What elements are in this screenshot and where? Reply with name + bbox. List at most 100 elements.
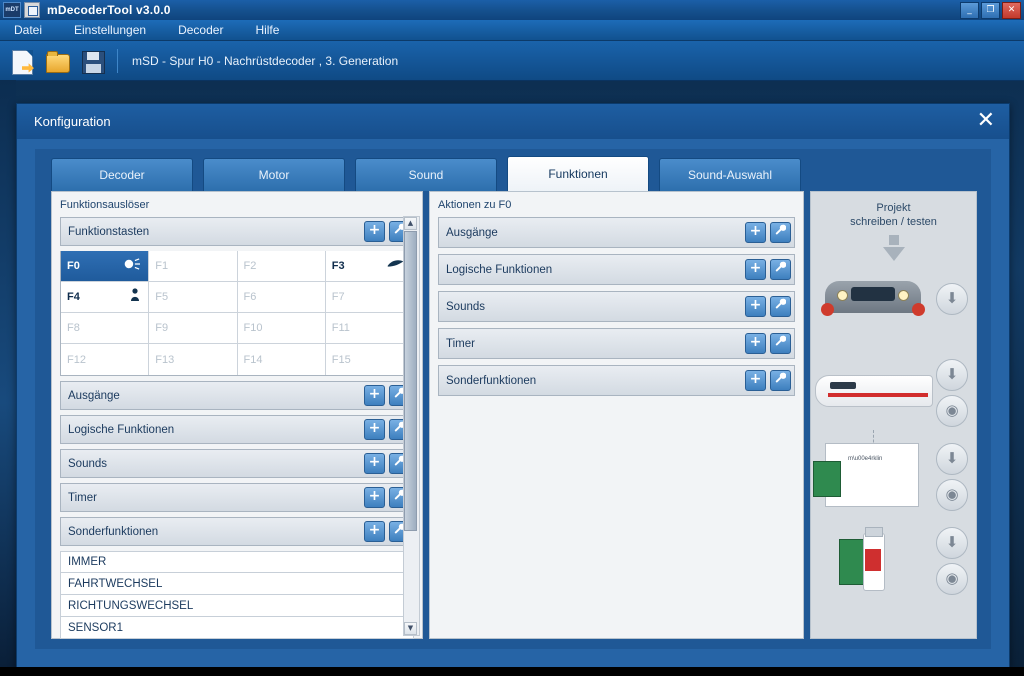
action-section-logische-funktionen[interactable]: Logische Funktionen + xyxy=(438,254,795,285)
mdt-logo-icon: mDT xyxy=(3,2,21,18)
function-key-f4[interactable]: F4 xyxy=(61,282,149,313)
function-key-label: F9 xyxy=(155,322,168,334)
tab-sound-auswahl[interactable]: Sound-Auswahl xyxy=(659,158,801,191)
function-key-f3[interactable]: F3 xyxy=(326,251,413,282)
menu-item-datei[interactable]: Datei xyxy=(8,21,54,39)
function-key-f12[interactable]: F12 xyxy=(61,344,149,375)
function-key-f5[interactable]: F5 xyxy=(149,282,237,313)
tab-decoder[interactable]: Decoder xyxy=(51,158,193,191)
function-key-f8[interactable]: F8 xyxy=(61,313,149,344)
function-key-row: F0 F1 F2 xyxy=(61,251,413,282)
function-key-f15[interactable]: F15 xyxy=(326,344,413,375)
headlight-icon xyxy=(123,258,140,275)
window-system-icon[interactable] xyxy=(24,2,40,18)
function-key-f7[interactable]: F7 xyxy=(326,282,413,313)
section-timer[interactable]: Timer + xyxy=(60,483,414,512)
maximize-button[interactable]: ❐ xyxy=(981,2,1000,19)
function-key-f11[interactable]: F11 xyxy=(326,313,413,344)
tab-bar: Decoder Motor Sound Funktionen Sound-Aus… xyxy=(51,157,811,191)
vertical-scrollbar[interactable]: ▲ ▼ xyxy=(403,216,420,636)
action-section-sounds[interactable]: Sounds + xyxy=(438,291,795,322)
toolbar: mSD - Spur H0 - Nachrüstdecoder , 3. Gen… xyxy=(0,41,1024,81)
wrench-icon[interactable] xyxy=(770,222,791,243)
project-panel: Projekt schreiben / testen ⬇ xyxy=(810,191,977,639)
menu-item-decoder[interactable]: Decoder xyxy=(172,21,235,39)
function-key-f14[interactable]: F14 xyxy=(238,344,326,375)
add-icon[interactable]: + xyxy=(364,453,385,474)
add-icon[interactable]: + xyxy=(364,419,385,440)
floppy-disk-icon[interactable] xyxy=(79,48,105,74)
eye-icon-usb[interactable]: ◉ xyxy=(936,563,968,595)
scrollbar-thumb[interactable] xyxy=(404,231,417,531)
section-funktionstasten[interactable]: Funktionstasten + xyxy=(60,217,414,246)
wrench-icon[interactable] xyxy=(770,259,791,280)
function-key-f1[interactable]: F1 xyxy=(149,251,237,282)
add-icon[interactable]: + xyxy=(364,221,385,242)
wrench-icon[interactable] xyxy=(770,296,791,317)
download-icon-usb[interactable]: ⬇ xyxy=(936,527,968,559)
configuration-close-icon[interactable]: ✕ xyxy=(977,111,995,131)
action-section-sonderfunktionen[interactable]: Sonderfunktionen + xyxy=(438,365,795,396)
wrench-icon[interactable] xyxy=(770,333,791,354)
tab-funktionen[interactable]: Funktionen xyxy=(507,156,649,191)
section-ausgaenge[interactable]: Ausgänge + xyxy=(60,381,414,410)
close-button[interactable]: ✕ xyxy=(1002,2,1021,19)
add-icon[interactable]: + xyxy=(745,259,766,280)
function-key-grid: F0 F1 F2 xyxy=(60,251,414,376)
add-icon[interactable]: + xyxy=(364,385,385,406)
section-sonderfunktionen[interactable]: Sonderfunktionen + xyxy=(60,517,414,546)
section-label: Sounds xyxy=(68,458,107,470)
device-locomotive: ⬇ xyxy=(811,261,976,357)
list-item[interactable]: IMMER xyxy=(60,551,414,573)
action-section-ausgaenge[interactable]: Ausgänge + xyxy=(438,217,795,248)
section-buttons: + xyxy=(745,259,791,280)
new-document-icon[interactable] xyxy=(9,48,35,74)
desktop-background-strip xyxy=(0,80,16,667)
menu-item-hilfe[interactable]: Hilfe xyxy=(249,21,291,39)
download-icon-decoder[interactable]: ⬇ xyxy=(936,443,968,475)
function-key-f13[interactable]: F13 xyxy=(149,344,237,375)
tab-sound[interactable]: Sound xyxy=(355,158,497,191)
action-section-timer[interactable]: Timer + xyxy=(438,328,795,359)
download-icon-ice[interactable]: ⬇ xyxy=(936,359,968,391)
list-item[interactable]: SENSOR1 xyxy=(60,617,414,639)
download-icon-loco[interactable]: ⬇ xyxy=(936,283,968,315)
add-icon[interactable]: + xyxy=(364,521,385,542)
function-key-f9[interactable]: F9 xyxy=(149,313,237,344)
add-icon[interactable]: + xyxy=(745,296,766,317)
section-sounds[interactable]: Sounds + xyxy=(60,449,414,478)
down-arrow-icon xyxy=(883,247,905,261)
function-key-label: F8 xyxy=(67,322,80,334)
title-bar: mDT mDecoderTool v3.0.0 _ ❐ ✕ xyxy=(0,0,1024,21)
add-icon[interactable]: + xyxy=(364,487,385,508)
list-item[interactable]: RICHTUNGSWECHSEL xyxy=(60,595,414,617)
function-key-label: F2 xyxy=(244,260,257,272)
section-logische-funktionen[interactable]: Logische Funktionen + xyxy=(60,415,414,444)
function-key-f0[interactable]: F0 xyxy=(61,251,149,282)
actions-panel: Aktionen zu F0 Ausgänge + Logische Funkt… xyxy=(429,191,804,639)
window-controls: _ ❐ ✕ xyxy=(960,2,1021,19)
menu-item-einstellungen[interactable]: Einstellungen xyxy=(68,21,158,39)
eye-icon-decoder[interactable]: ◉ xyxy=(936,479,968,511)
function-key-row: F12 F13 F14 F15 xyxy=(61,344,413,375)
function-key-f6[interactable]: F6 xyxy=(238,282,326,313)
scroll-down-icon[interactable]: ▼ xyxy=(404,622,417,635)
add-icon[interactable]: + xyxy=(745,370,766,391)
person-icon xyxy=(130,288,140,306)
tab-motor[interactable]: Motor xyxy=(203,158,345,191)
function-key-label: F6 xyxy=(244,291,257,303)
section-label: Funktionstasten xyxy=(68,226,149,238)
open-folder-icon[interactable] xyxy=(44,48,70,74)
section-label: Logische Funktionen xyxy=(68,424,174,436)
function-key-label: F13 xyxy=(155,354,174,366)
minimize-button[interactable]: _ xyxy=(960,2,979,19)
add-icon[interactable]: + xyxy=(745,333,766,354)
project-title-line2: schreiben / testen xyxy=(811,215,976,229)
eye-icon-ice[interactable]: ◉ xyxy=(936,395,968,427)
list-item[interactable]: FAHRTWECHSEL xyxy=(60,573,414,595)
add-icon[interactable]: + xyxy=(745,222,766,243)
wrench-icon[interactable] xyxy=(770,370,791,391)
function-key-f10[interactable]: F10 xyxy=(238,313,326,344)
scroll-up-icon[interactable]: ▲ xyxy=(404,217,417,230)
function-key-f2[interactable]: F2 xyxy=(238,251,326,282)
